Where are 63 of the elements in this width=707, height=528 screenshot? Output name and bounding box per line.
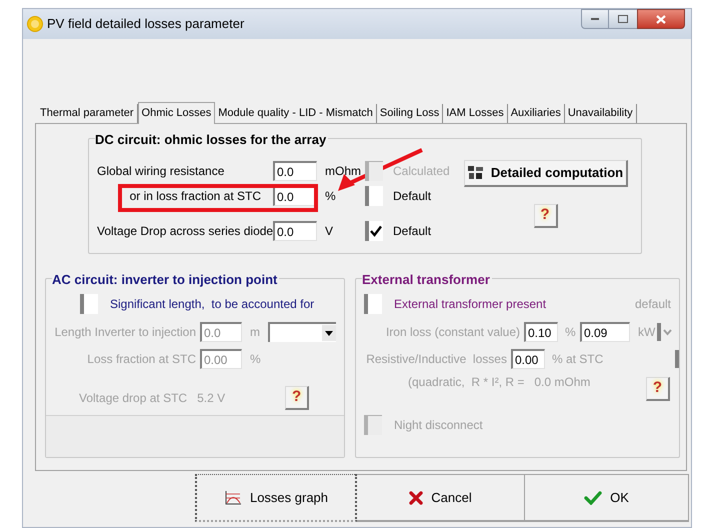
unit-label: % xyxy=(564,324,577,341)
option-label: Default xyxy=(393,188,432,205)
chart-icon xyxy=(224,490,242,506)
dropdown[interactable] xyxy=(268,322,336,342)
minimize-button[interactable] xyxy=(581,9,609,29)
tab[interactable]: Module quality - LID - Mismatch xyxy=(215,104,377,123)
unit-label: mOhm xyxy=(324,163,362,180)
chevron-down-icon[interactable] xyxy=(663,328,672,336)
ok-button[interactable]: OK xyxy=(525,474,689,522)
maximize-icon xyxy=(618,15,628,23)
maximize-button[interactable] xyxy=(609,9,637,29)
checkbox[interactable] xyxy=(364,294,382,314)
tab[interactable]: Unavailability xyxy=(564,104,637,123)
field-label: Iron loss (constant value) xyxy=(384,324,521,341)
tab[interactable]: Auxiliaries xyxy=(508,104,565,123)
checkbox[interactable] xyxy=(364,415,382,435)
field-label: Length Inverter to injection xyxy=(54,324,197,341)
field-label: Voltage drop at STC xyxy=(79,390,188,407)
checkbox[interactable] xyxy=(80,294,98,314)
checkbox[interactable] xyxy=(365,221,383,241)
check-icon xyxy=(584,490,602,504)
cancel-button[interactable]: Cancel xyxy=(357,474,525,522)
window-title: PV field detailed losses parameter xyxy=(47,15,244,34)
default-label: default xyxy=(634,296,671,313)
checkbox-label: Night disconnect xyxy=(394,417,483,434)
input-field[interactable]: 0.00 xyxy=(510,349,545,369)
option-label: Calculated xyxy=(393,163,450,180)
field-label: or in loss fraction at STC xyxy=(128,188,262,205)
close-icon xyxy=(656,14,666,24)
toggle-bar xyxy=(657,323,662,341)
checkbox[interactable] xyxy=(365,186,383,206)
input-field[interactable]: 0.0 xyxy=(273,161,317,181)
option-label: Default xyxy=(393,223,432,240)
checkbox-label: Significant length, to be accounted for xyxy=(110,296,314,313)
unit-label: % xyxy=(249,351,261,368)
formula-text: (quadratic, R * I², R = 0.0 mOhm xyxy=(408,374,590,391)
help-button[interactable]: ? xyxy=(646,377,670,401)
unit-label: m xyxy=(249,324,261,341)
tab[interactable]: IAM Losses xyxy=(443,104,508,123)
sun-icon xyxy=(27,16,43,32)
cross-icon xyxy=(409,490,424,504)
field-label: Global wiring resistance xyxy=(96,163,226,180)
unit-label: kW xyxy=(637,324,656,341)
toggle-bar xyxy=(675,350,679,368)
detailed-computation-button[interactable]: Detailed computation xyxy=(464,160,628,187)
field-label: Loss fraction at STC xyxy=(86,351,197,368)
tab[interactable]: Soiling Loss xyxy=(376,104,444,123)
input-field[interactable]: 0.10 xyxy=(524,322,558,342)
unit-label: % xyxy=(324,188,337,205)
help-button[interactable]: ? xyxy=(534,204,558,228)
help-button[interactable]: ? xyxy=(285,386,310,410)
unit-label: % at STC xyxy=(550,351,604,368)
close-button[interactable] xyxy=(637,9,685,29)
field-label: Resistive/Inductive losses xyxy=(365,351,508,368)
value-label: 5.2 V xyxy=(197,390,226,407)
graph-button[interactable]: Losses graph xyxy=(195,474,357,522)
unit-label: V xyxy=(324,223,334,240)
input-field[interactable]: 0.09 xyxy=(580,322,630,342)
tab[interactable]: Ohmic Losses xyxy=(138,102,216,124)
input-field[interactable]: 0.0 xyxy=(273,221,317,241)
checkbox-label: External transformer present xyxy=(394,296,546,313)
field-label: Voltage Drop across series diode xyxy=(96,223,273,240)
minimize-icon xyxy=(591,17,599,21)
